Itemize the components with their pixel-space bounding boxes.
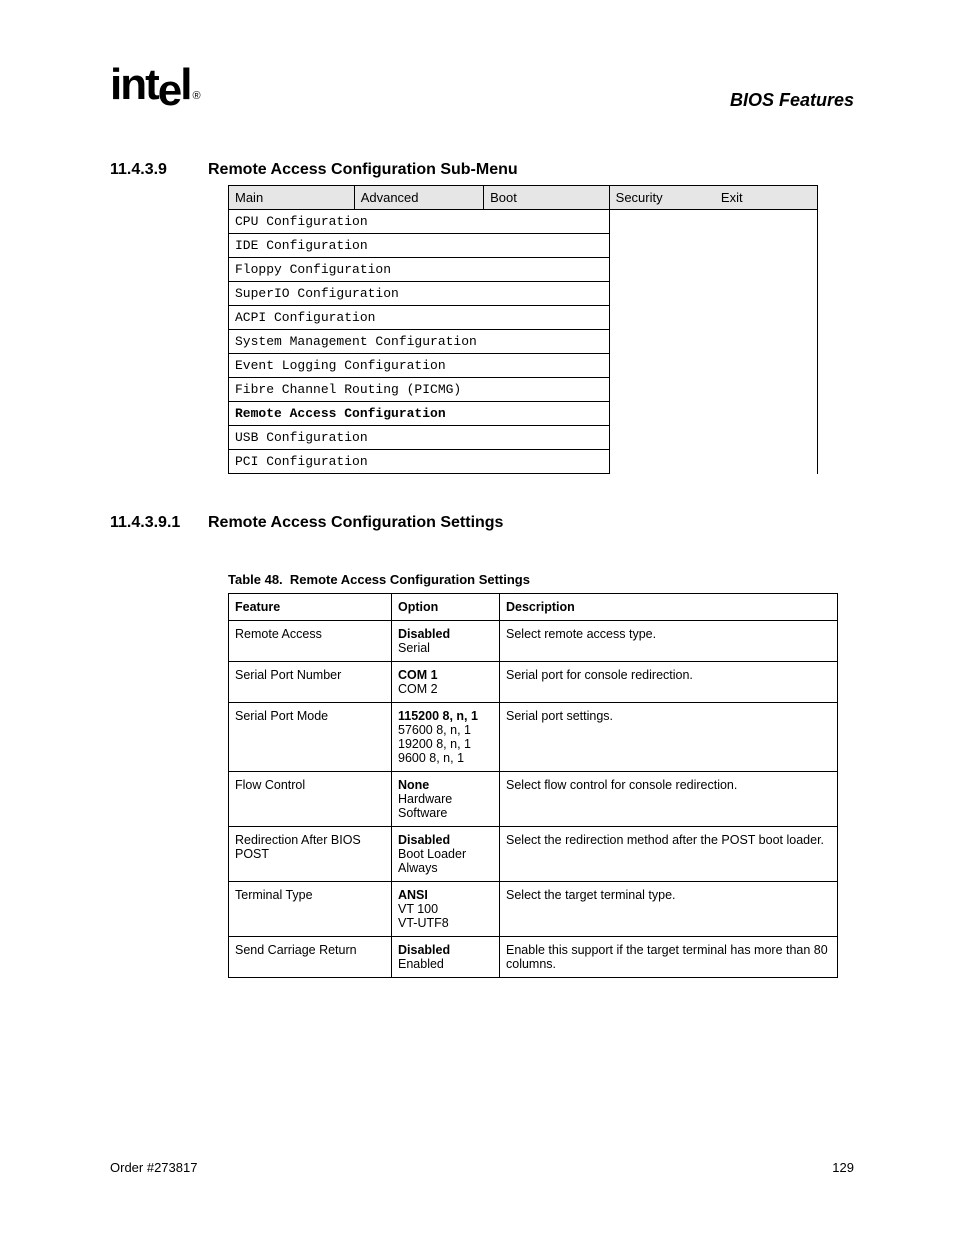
setting-description: Select the target terminal type. xyxy=(500,882,838,937)
setting-description: Serial port settings. xyxy=(500,703,838,772)
table-row: Send Carriage Return Disabled Enabled En… xyxy=(229,937,838,978)
menu-item[interactable]: Floppy Configuration xyxy=(229,258,610,282)
table-header-row: Feature Option Description xyxy=(229,594,838,621)
setting-name: Send Carriage Return xyxy=(229,937,392,978)
table-row: Remote Access Disabled Serial Select rem… xyxy=(229,621,838,662)
setting-name: Flow Control xyxy=(229,772,392,827)
setting-options: COM 1 COM 2 xyxy=(392,662,500,703)
setting-options: 115200 8, n, 1 57600 8, n, 1 19200 8, n,… xyxy=(392,703,500,772)
setting-description: Select flow control for console redirect… xyxy=(500,772,838,827)
table-row: Serial Port Number COM 1 COM 2 Serial po… xyxy=(229,662,838,703)
setting-description: Select remote access type. xyxy=(500,621,838,662)
setting-description: Serial port for console redirection. xyxy=(500,662,838,703)
setting-options: Disabled Serial xyxy=(392,621,500,662)
tab-advanced[interactable]: Advanced xyxy=(354,186,483,210)
table-row: Terminal Type ANSI VT 100 VT-UTF8 Select… xyxy=(229,882,838,937)
table-caption: Table 48. Remote Access Configuration Se… xyxy=(228,572,854,587)
menu-item[interactable]: System Management Configuration xyxy=(229,330,610,354)
menu-item[interactable]: Event Logging Configuration xyxy=(229,354,610,378)
menu-item-selected[interactable]: Remote Access Configuration xyxy=(229,402,610,426)
page-footer: Order #273817 129 xyxy=(110,1160,854,1175)
table-row: Serial Port Mode 115200 8, n, 1 57600 8,… xyxy=(229,703,838,772)
setting-options: Disabled Boot Loader Always xyxy=(392,827,500,882)
page-number: 129 xyxy=(832,1160,854,1175)
table-row: Redirection After BIOS POST Disabled Boo… xyxy=(229,827,838,882)
setting-options: None Hardware Software xyxy=(392,772,500,827)
setting-options: ANSI VT 100 VT-UTF8 xyxy=(392,882,500,937)
setting-name: Serial Port Number xyxy=(229,662,392,703)
menu-item[interactable]: CPU Configuration xyxy=(229,210,610,234)
table-row: CPU Configuration xyxy=(229,210,818,234)
setting-options: Disabled Enabled xyxy=(392,937,500,978)
section-heading-2: 11.4.3.9.1Remote Access Configuration Se… xyxy=(110,514,854,532)
menu-item[interactable]: Fibre Channel Routing (PICMG) xyxy=(229,378,610,402)
tab-exit[interactable]: Exit xyxy=(715,186,818,210)
tab-boot[interactable]: Boot xyxy=(484,186,610,210)
order-number: Order #273817 xyxy=(110,1160,197,1175)
tab-security[interactable]: Security xyxy=(609,186,715,210)
table-row: Main Advanced Boot Security Exit xyxy=(229,186,818,210)
menu-item[interactable]: SuperIO Configuration xyxy=(229,282,610,306)
settings-table: Feature Option Description Remote Access… xyxy=(228,593,838,978)
menu-item[interactable]: PCI Configuration xyxy=(229,450,610,474)
setting-description: Select the redirection method after the … xyxy=(500,827,838,882)
setting-name: Remote Access xyxy=(229,621,392,662)
setting-name: Serial Port Mode xyxy=(229,703,392,772)
setting-name: Terminal Type xyxy=(229,882,392,937)
menu-item[interactable]: IDE Configuration xyxy=(229,234,610,258)
setting-description: Enable this support if the target termin… xyxy=(500,937,838,978)
menu-item[interactable]: ACPI Configuration xyxy=(229,306,610,330)
tab-main[interactable]: Main xyxy=(229,186,355,210)
menu-item[interactable]: USB Configuration xyxy=(229,426,610,450)
document-title: BIOS Features xyxy=(110,90,854,111)
column-header: Description xyxy=(500,594,838,621)
section-heading-1: 11.4.3.9Remote Access Configuration Sub-… xyxy=(110,161,854,179)
bios-menu-table: Main Advanced Boot Security Exit CPU Con… xyxy=(228,185,818,474)
table-row: Flow Control None Hardware Software Sele… xyxy=(229,772,838,827)
column-header: Feature xyxy=(229,594,392,621)
column-header: Option xyxy=(392,594,500,621)
setting-name: Redirection After BIOS POST xyxy=(229,827,392,882)
